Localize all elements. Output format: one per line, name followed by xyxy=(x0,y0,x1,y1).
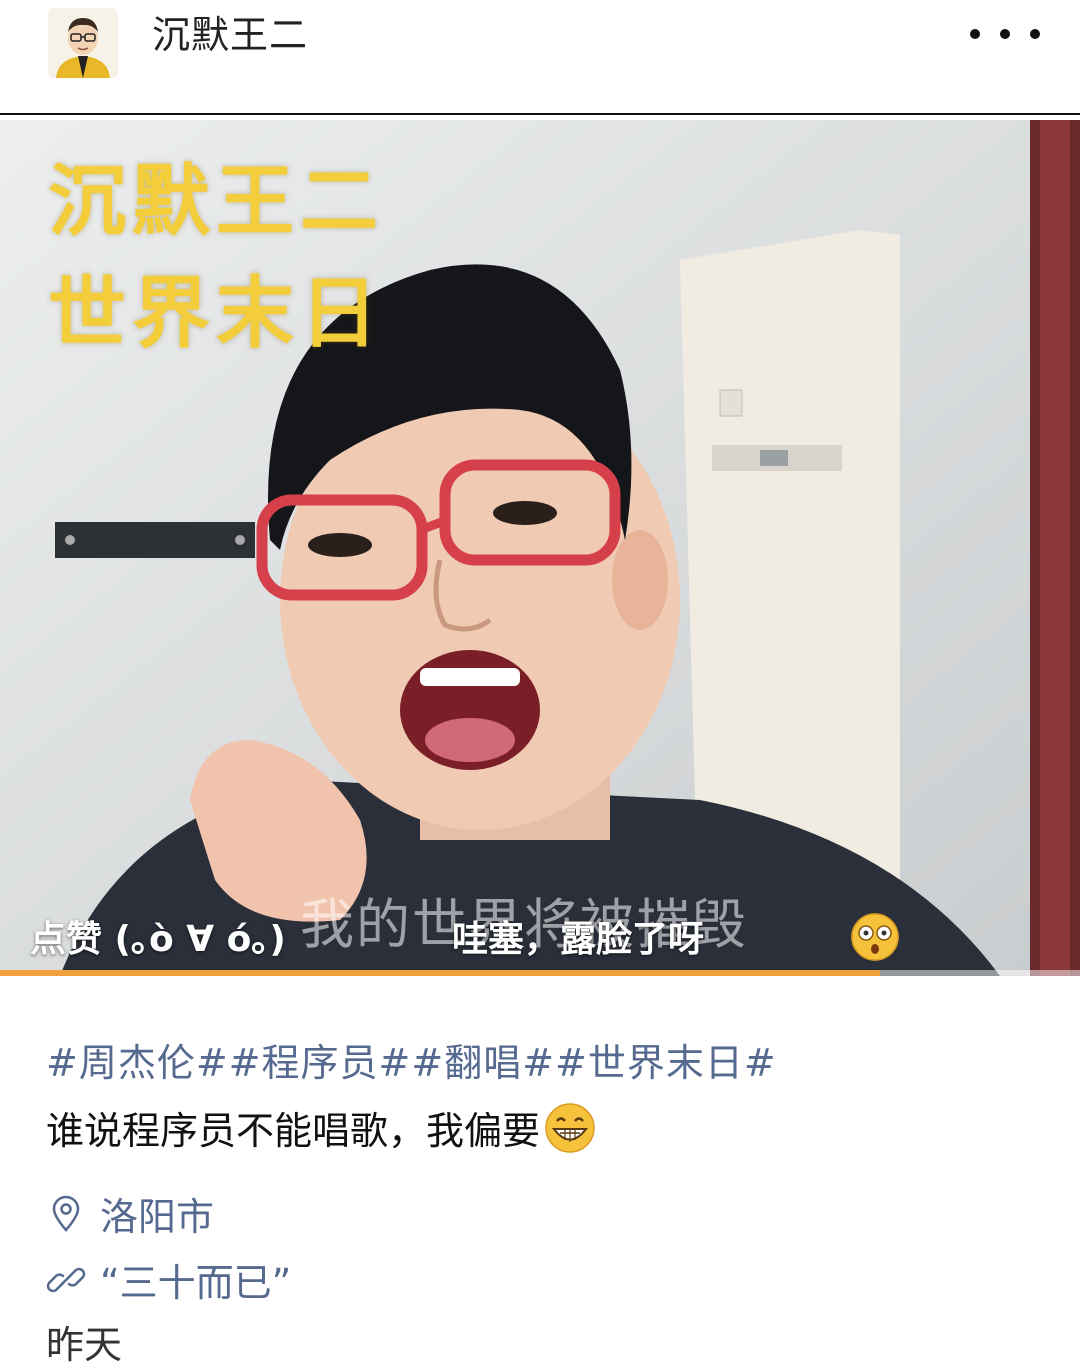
moments-post-page: 沉默王二 沉默王二 世界末日 我的世界将被摧毁 点赞 (｡ò ∀ ó｡) 哇塞，… xyxy=(0,0,1080,1362)
link-icon xyxy=(46,1267,86,1292)
post-caption: 谁说程序员不能唱歌，我偏要 xyxy=(46,1100,596,1155)
location-row[interactable]: 洛阳市 xyxy=(46,1186,214,1241)
danmaku-comment: 点赞 (｡ò ∀ ó｡) xyxy=(30,919,286,960)
more-dot-icon xyxy=(970,29,980,39)
shocked-face-icon xyxy=(851,913,899,961)
video-player[interactable]: 沉默王二 世界末日 我的世界将被摧毁 点赞 (｡ò ∀ ó｡) 哇塞，露脸了呀 xyxy=(0,120,1080,976)
danmaku-comment: 哇塞，露脸了呀 xyxy=(452,919,705,960)
link-row[interactable]: “三十而已” xyxy=(46,1252,291,1307)
more-dot-icon xyxy=(1030,29,1040,39)
grin-face-icon xyxy=(545,1102,595,1153)
video-progress-bar[interactable] xyxy=(0,970,1080,976)
avatar-cartoon-icon xyxy=(48,8,118,78)
overlay-title-line1: 沉默王二 xyxy=(48,157,385,247)
location-pin-icon xyxy=(52,1195,80,1232)
location-text: 洛阳市 xyxy=(100,1195,215,1239)
caption-text: 谁说程序员不能唱歌，我偏要 xyxy=(46,1109,541,1153)
topic-tags[interactable]: #周杰伦##程序员##翻唱##世界末日# xyxy=(46,1032,777,1087)
post-time: 昨天 xyxy=(46,1323,123,1362)
more-options-button[interactable] xyxy=(970,16,1040,52)
link-text: “三十而已” xyxy=(100,1261,292,1305)
overlay-title-line2: 世界末日 xyxy=(48,269,385,359)
post-header: 沉默王二 xyxy=(0,0,1080,115)
more-dot-icon xyxy=(1000,29,1010,39)
video-progress-fill xyxy=(0,970,881,976)
username[interactable]: 沉默王二 xyxy=(152,10,308,60)
video-overlay-title: 沉默王二 世界末日 xyxy=(48,146,384,370)
avatar[interactable] xyxy=(48,8,118,78)
